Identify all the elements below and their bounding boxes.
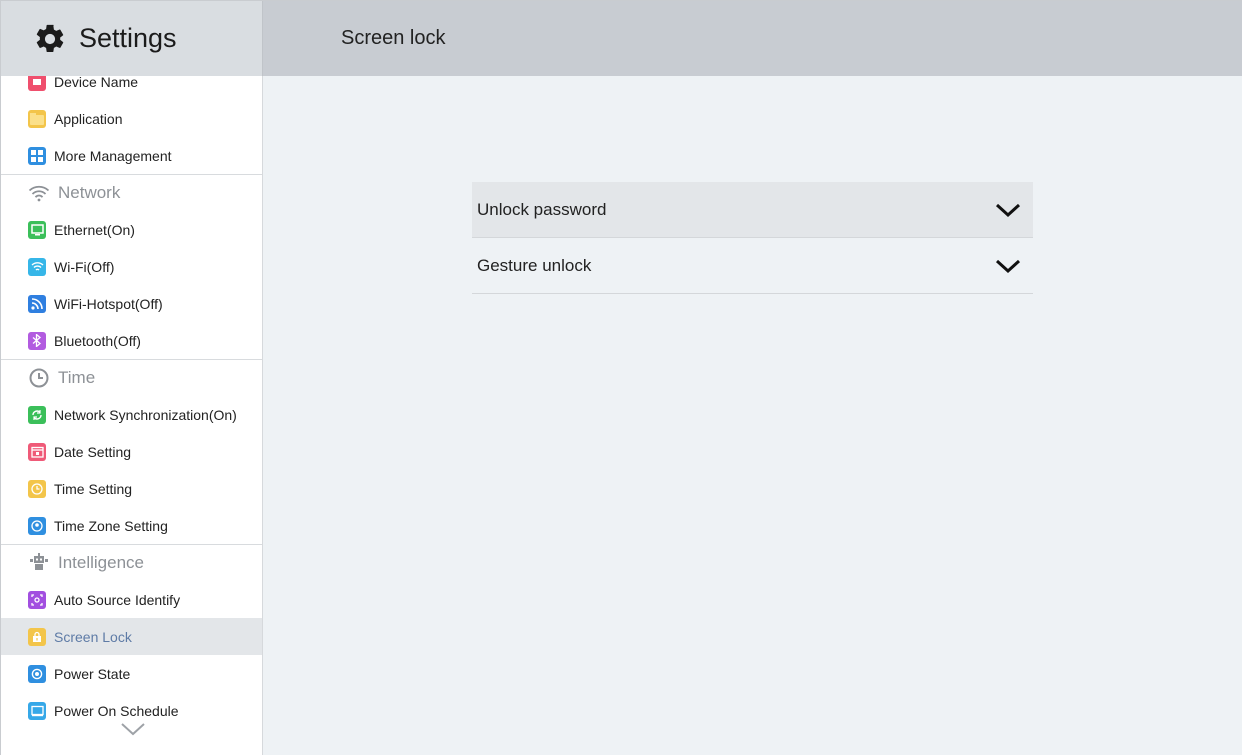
sidebar-item-label: Bluetooth(Off) bbox=[54, 332, 141, 349]
schedule-icon bbox=[28, 701, 46, 720]
timezone-icon bbox=[28, 516, 46, 535]
sidebar-group-time: Time bbox=[1, 359, 262, 396]
unlock-password-row[interactable]: Unlock password bbox=[472, 182, 1033, 238]
sidebar-item-application[interactable]: Application bbox=[1, 100, 262, 137]
device-name-icon bbox=[28, 76, 46, 91]
sidebar-group-label: Intelligence bbox=[58, 553, 145, 572]
lock-icon bbox=[28, 627, 46, 646]
sidebar-item-label: Network Synchronization(On) bbox=[54, 406, 237, 423]
sidebar-group-network: Network bbox=[1, 174, 262, 211]
sidebar[interactable]: Device Name Application More Management Net… bbox=[1, 76, 263, 755]
screen-lock-panel: Unlock password Gesture unlock bbox=[472, 182, 1033, 294]
sidebar-item-label: WiFi-Hotspot(Off) bbox=[54, 295, 163, 312]
sidebar-item-label: Time Zone Setting bbox=[54, 517, 168, 534]
sidebar-group-label: Time bbox=[58, 368, 96, 387]
sidebar-item-more-management[interactable]: More Management bbox=[1, 137, 262, 174]
sidebar-item-wi-fi-off[interactable]: Wi-Fi(Off) bbox=[1, 248, 262, 285]
page-title: Screen lock bbox=[341, 27, 446, 49]
sidebar-item-label: Power State bbox=[54, 665, 131, 682]
chevron-down-icon[interactable] bbox=[995, 202, 1021, 218]
app-title: Settings bbox=[79, 23, 177, 53]
clock-icon bbox=[28, 367, 50, 389]
sidebar-list: Device Name Application More Management Net… bbox=[1, 76, 262, 729]
sidebar-item-wifi-hotspot-off[interactable]: WiFi-Hotspot(Off) bbox=[1, 285, 262, 322]
sidebar-item-label: Wi-Fi(Off) bbox=[54, 258, 115, 275]
chevron-down-icon[interactable] bbox=[119, 721, 147, 737]
wifi-icon bbox=[28, 182, 50, 204]
sidebar-item-device-name[interactable]: Device Name bbox=[1, 76, 262, 100]
bluetooth-icon bbox=[28, 331, 46, 350]
power-state-icon bbox=[28, 664, 46, 683]
sidebar-item-date-setting[interactable]: Date Setting bbox=[1, 433, 262, 470]
app-window: Settings Screen lock Device Name Applicat… bbox=[0, 0, 1242, 755]
sidebar-group-intelligence: Intelligence bbox=[1, 544, 262, 581]
sidebar-item-label: Screen Lock bbox=[54, 628, 132, 645]
sidebar-item-ethernet-on[interactable]: Ethernet(On) bbox=[1, 211, 262, 248]
sidebar-item-label: Device Name bbox=[54, 76, 139, 90]
clock-icon bbox=[28, 479, 46, 498]
sidebar-item-network-synchronization-on[interactable]: Network Synchronization(On) bbox=[1, 396, 262, 433]
gesture-unlock-label: Gesture unlock bbox=[477, 255, 592, 275]
sync-icon bbox=[28, 405, 46, 424]
sidebar-item-label: Ethernet(On) bbox=[54, 221, 135, 238]
sidebar-item-time-setting[interactable]: Time Setting bbox=[1, 470, 262, 507]
robot-icon bbox=[28, 552, 50, 574]
application-icon bbox=[28, 109, 46, 128]
more-management-icon bbox=[28, 146, 46, 165]
unlock-password-label: Unlock password bbox=[477, 199, 607, 219]
sidebar-item-auto-source-identify[interactable]: Auto Source Identify bbox=[1, 581, 262, 618]
sidebar-item-label: Auto Source Identify bbox=[54, 591, 181, 608]
sidebar-item-screen-lock[interactable]: Screen Lock bbox=[1, 618, 262, 655]
sidebar-item-label: More Management bbox=[54, 147, 172, 164]
chevron-down-icon[interactable] bbox=[995, 258, 1021, 274]
auto-source-icon bbox=[28, 590, 46, 609]
gesture-unlock-row[interactable]: Gesture unlock bbox=[472, 238, 1033, 294]
sidebar-item-label: Time Setting bbox=[54, 480, 133, 497]
sidebar-group-label: Network bbox=[58, 183, 121, 202]
hotspot-icon bbox=[28, 294, 46, 313]
sidebar-item-label: Application bbox=[54, 110, 123, 127]
ethernet-icon bbox=[28, 220, 46, 239]
calendar-icon bbox=[28, 442, 46, 461]
sidebar-item-power-state[interactable]: Power State bbox=[1, 655, 262, 692]
gear-icon bbox=[33, 22, 67, 56]
sidebar-item-label: Date Setting bbox=[54, 443, 132, 460]
settings-header: Settings bbox=[1, 1, 263, 76]
main-content: Unlock password Gesture unlock bbox=[263, 76, 1242, 755]
top-bar: Settings Screen lock bbox=[1, 1, 1242, 76]
wifi-icon bbox=[28, 257, 46, 276]
sidebar-item-time-zone-setting[interactable]: Time Zone Setting bbox=[1, 507, 262, 544]
sidebar-item-label: Power On Schedule bbox=[54, 702, 179, 719]
sidebar-item-bluetooth-off[interactable]: Bluetooth(Off) bbox=[1, 322, 262, 359]
